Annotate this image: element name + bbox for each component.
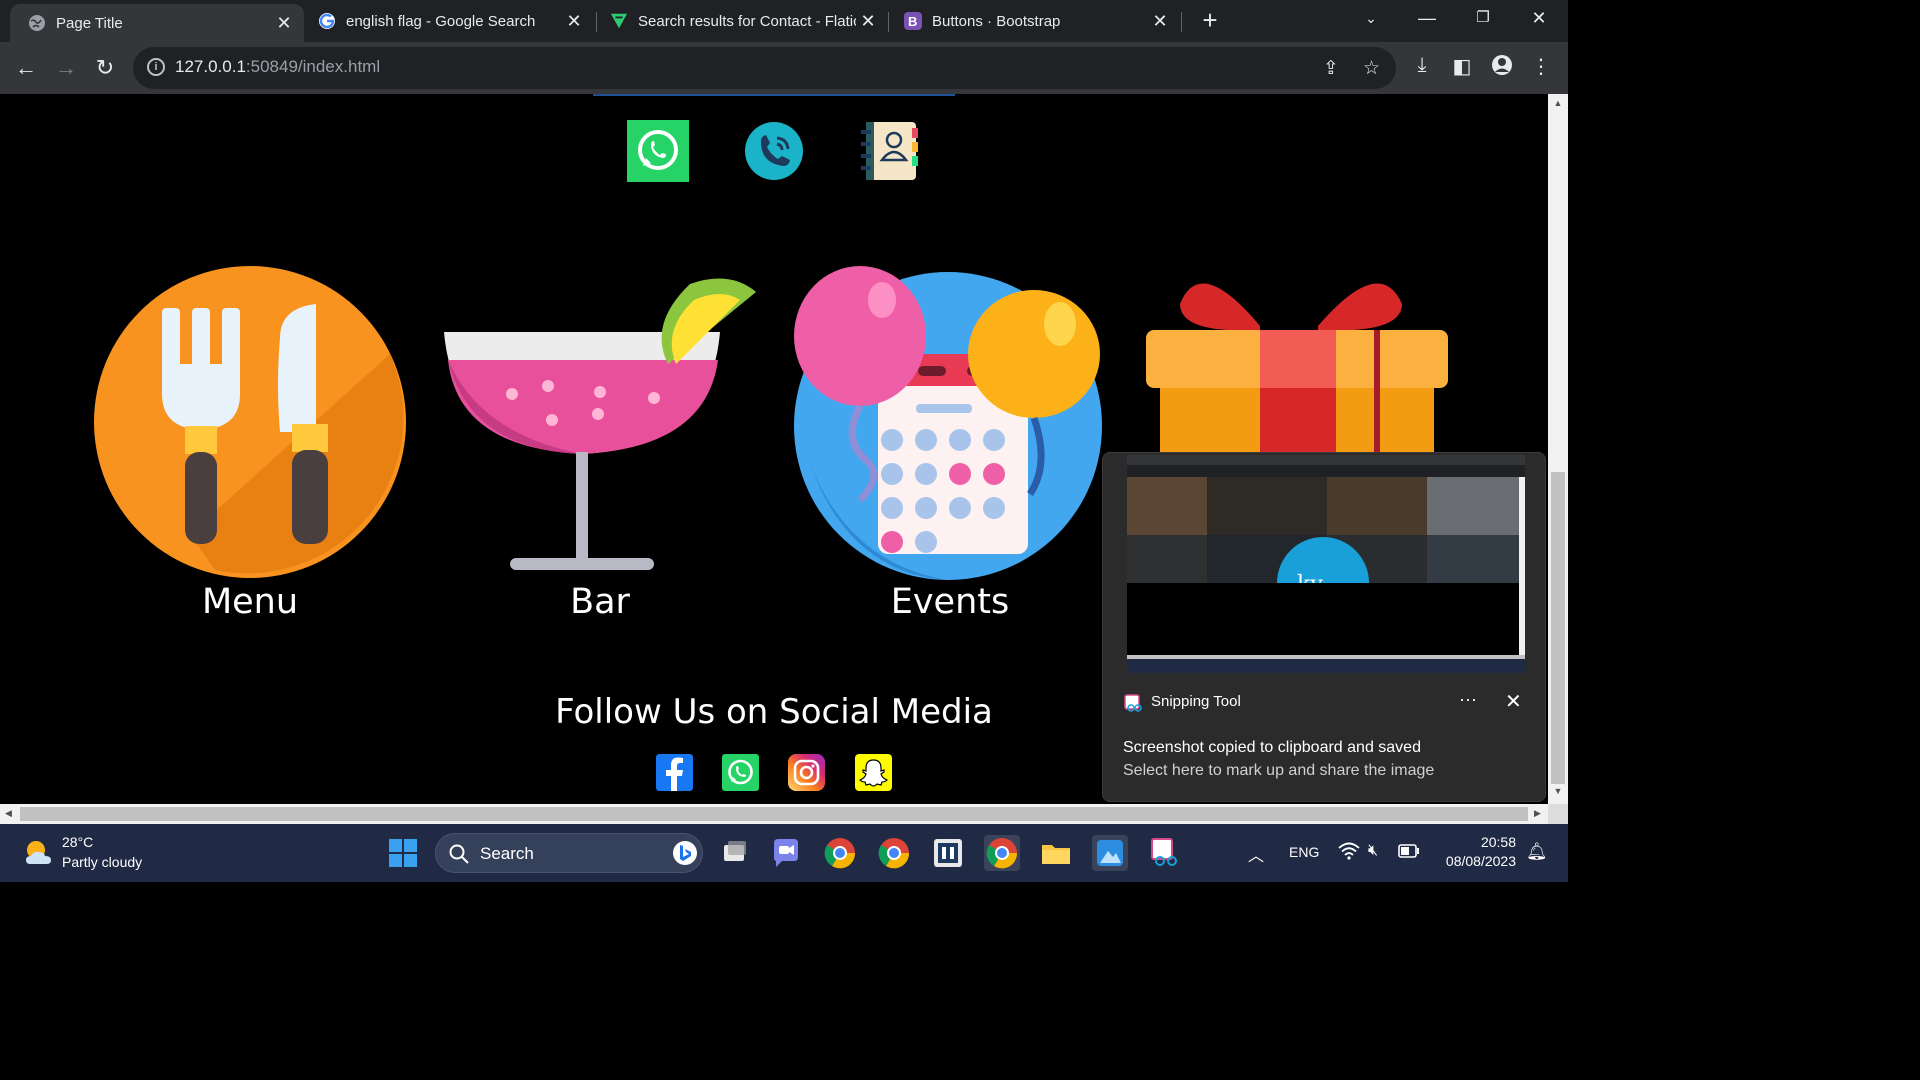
flaticon-icon <box>610 12 628 30</box>
browser-toolbar: ← → ↻ i 127.0.0.1:50849/index.html ⇪ ☆ ⤓… <box>0 42 1568 94</box>
close-icon[interactable]: ✕ <box>1148 11 1172 32</box>
side-panel-icon[interactable]: ◧ <box>1448 54 1476 79</box>
url-text[interactable]: 127.0.0.1:50849/index.html <box>175 57 380 77</box>
profile-icon[interactable] <box>1488 54 1516 82</box>
snipping-tool-icon <box>1124 694 1142 712</box>
snipping-tool-notification[interactable]: ky ar Snipping Tool ··· ✕ Screenshot cop… <box>1102 452 1546 802</box>
svg-text:B: B <box>908 14 917 29</box>
battery-icon[interactable] <box>1398 844 1420 861</box>
scroll-up-arrow-icon[interactable]: ▲ <box>1548 98 1568 108</box>
close-icon[interactable]: ✕ <box>856 11 880 32</box>
tab-title: Buttons · Bootstrap <box>932 12 1061 30</box>
search-icon <box>449 844 469 864</box>
scrollbar-corner <box>1548 804 1568 824</box>
download-icon[interactable]: ⤓ <box>1408 54 1436 77</box>
volume-muted-icon[interactable]: 🔇︎ <box>1368 842 1378 860</box>
scroll-right-arrow-icon[interactable]: ▶ <box>1534 808 1541 819</box>
scrollbar-thumb[interactable] <box>1551 472 1565 784</box>
toast-title: Screenshot copied to clipboard and saved <box>1123 739 1421 756</box>
minimize-icon[interactable]: — <box>1412 8 1442 29</box>
reload-button[interactable]: ↻ <box>91 54 119 82</box>
tab-strip: Page Title ✕ english flag - Google Searc… <box>0 0 1568 42</box>
show-hidden-icons-chevron-icon[interactable]: ︿ <box>1248 842 1264 866</box>
snapchat-icon[interactable] <box>855 754 892 791</box>
chrome-profile-icon[interactable] <box>876 835 912 871</box>
windows-start-icon[interactable] <box>385 835 421 871</box>
phone-call-icon[interactable] <box>743 120 805 182</box>
instagram-icon[interactable] <box>788 754 825 791</box>
toast-subtitle: Select here to mark up and share the ima… <box>1123 762 1435 779</box>
weather-condition: Partly cloudy <box>62 854 143 870</box>
close-icon[interactable]: ✕ <box>562 11 586 32</box>
teams-chat-icon[interactable] <box>768 835 804 871</box>
events-card[interactable]: Events <box>790 264 1110 622</box>
partly-cloudy-icon <box>26 841 51 864</box>
tab-page-title[interactable]: Page Title ✕ <box>10 4 304 42</box>
more-options-icon[interactable]: ··· <box>1459 689 1477 710</box>
snipping-tool-taskbar-icon[interactable] <box>1146 835 1182 871</box>
info-icon[interactable]: i <box>147 58 165 76</box>
restore-icon[interactable]: ❐ <box>1468 8 1498 26</box>
back-button[interactable]: ← <box>12 54 40 82</box>
vertical-scrollbar[interactable]: ▲ ▼ <box>1548 94 1568 804</box>
feature-label: Bar <box>570 582 630 622</box>
clock-time: 20:58 <box>1480 834 1516 850</box>
screenshot-thumbnail[interactable]: ky ar <box>1127 455 1525 673</box>
tab-separator <box>1181 12 1182 32</box>
chrome-icon[interactable] <box>822 835 858 871</box>
weather-temperature: 28°C <box>62 834 94 850</box>
tab-bootstrap[interactable]: B Buttons · Bootstrap ✕ <box>886 0 1180 42</box>
taskbar-search[interactable]: Search <box>435 833 703 873</box>
tab-title: english flag - Google Search <box>346 12 536 30</box>
tab-title: Search results for Contact - Flatic <box>638 12 856 30</box>
clock-date: 08/08/2023 <box>1445 853 1516 869</box>
whatsapp-icon[interactable] <box>627 120 689 182</box>
system-clock[interactable]: 20:58 08/08/2023 <box>1438 834 1516 869</box>
bar-card[interactable]: Bar <box>440 264 760 622</box>
globe-icon <box>28 14 46 32</box>
contact-book-icon[interactable] <box>858 120 920 182</box>
share-icon[interactable]: ⇪ <box>1323 57 1339 80</box>
search-label: Search <box>480 844 534 863</box>
scroll-down-arrow-icon[interactable]: ▼ <box>1548 786 1568 796</box>
notification-bell-icon[interactable]: 🔔︎ <box>1526 842 1548 862</box>
facebook-icon[interactable] <box>656 754 693 791</box>
cutlery-icon <box>94 266 406 578</box>
events-calendar-icon <box>794 266 1102 580</box>
window-close-icon[interactable]: ✕ <box>1524 8 1554 29</box>
feature-label: Menu <box>201 582 299 622</box>
wifi-icon[interactable] <box>1338 842 1360 865</box>
whatsapp-social-icon[interactable] <box>722 754 759 791</box>
chrome-active-icon[interactable] <box>984 835 1020 871</box>
task-view-icon[interactable] <box>716 835 752 871</box>
tab-flaticon[interactable]: Search results for Contact - Flatic ✕ <box>592 0 888 42</box>
nav-underline <box>593 94 955 96</box>
menu-kebab-icon[interactable]: ⋮ <box>1527 54 1555 79</box>
forward-button[interactable]: → <box>52 54 80 82</box>
feature-label: Events <box>890 582 1010 622</box>
language-indicator[interactable]: ENG <box>1289 844 1319 860</box>
file-explorer-icon[interactable] <box>1038 835 1074 871</box>
toast-close-icon[interactable]: ✕ <box>1505 689 1522 714</box>
bing-icon[interactable] <box>672 840 698 866</box>
scrollbar-thumb[interactable] <box>20 807 1528 821</box>
toast-app-name: Snipping Tool <box>1151 693 1241 710</box>
bootstrap-icon: B <box>904 12 922 30</box>
cocktail-icon <box>444 278 756 570</box>
google-icon <box>318 12 336 30</box>
tab-title: Page Title <box>56 14 123 32</box>
address-bar[interactable]: i 127.0.0.1:50849/index.html ⇪ ☆ <box>133 47 1396 89</box>
photos-icon[interactable] <box>1092 835 1128 871</box>
close-icon[interactable]: ✕ <box>272 13 296 34</box>
new-tab-button[interactable]: + <box>1196 6 1224 34</box>
app-shortcut-icon[interactable] <box>930 835 966 871</box>
tab-search-chevron-icon[interactable]: ⌄ <box>1356 10 1386 27</box>
menu-card[interactable]: Menu <box>90 264 410 622</box>
tab-google-search[interactable]: english flag - Google Search ✕ <box>300 0 594 42</box>
horizontal-scrollbar[interactable]: ◀ ▶ <box>0 804 1548 824</box>
scroll-left-arrow-icon[interactable]: ◀ <box>5 808 12 819</box>
bookmark-star-icon[interactable]: ☆ <box>1363 57 1380 80</box>
taskbar: 28°C Partly cloudy Search ︿ ENG 🔇︎ 20:58… <box>0 824 1568 882</box>
